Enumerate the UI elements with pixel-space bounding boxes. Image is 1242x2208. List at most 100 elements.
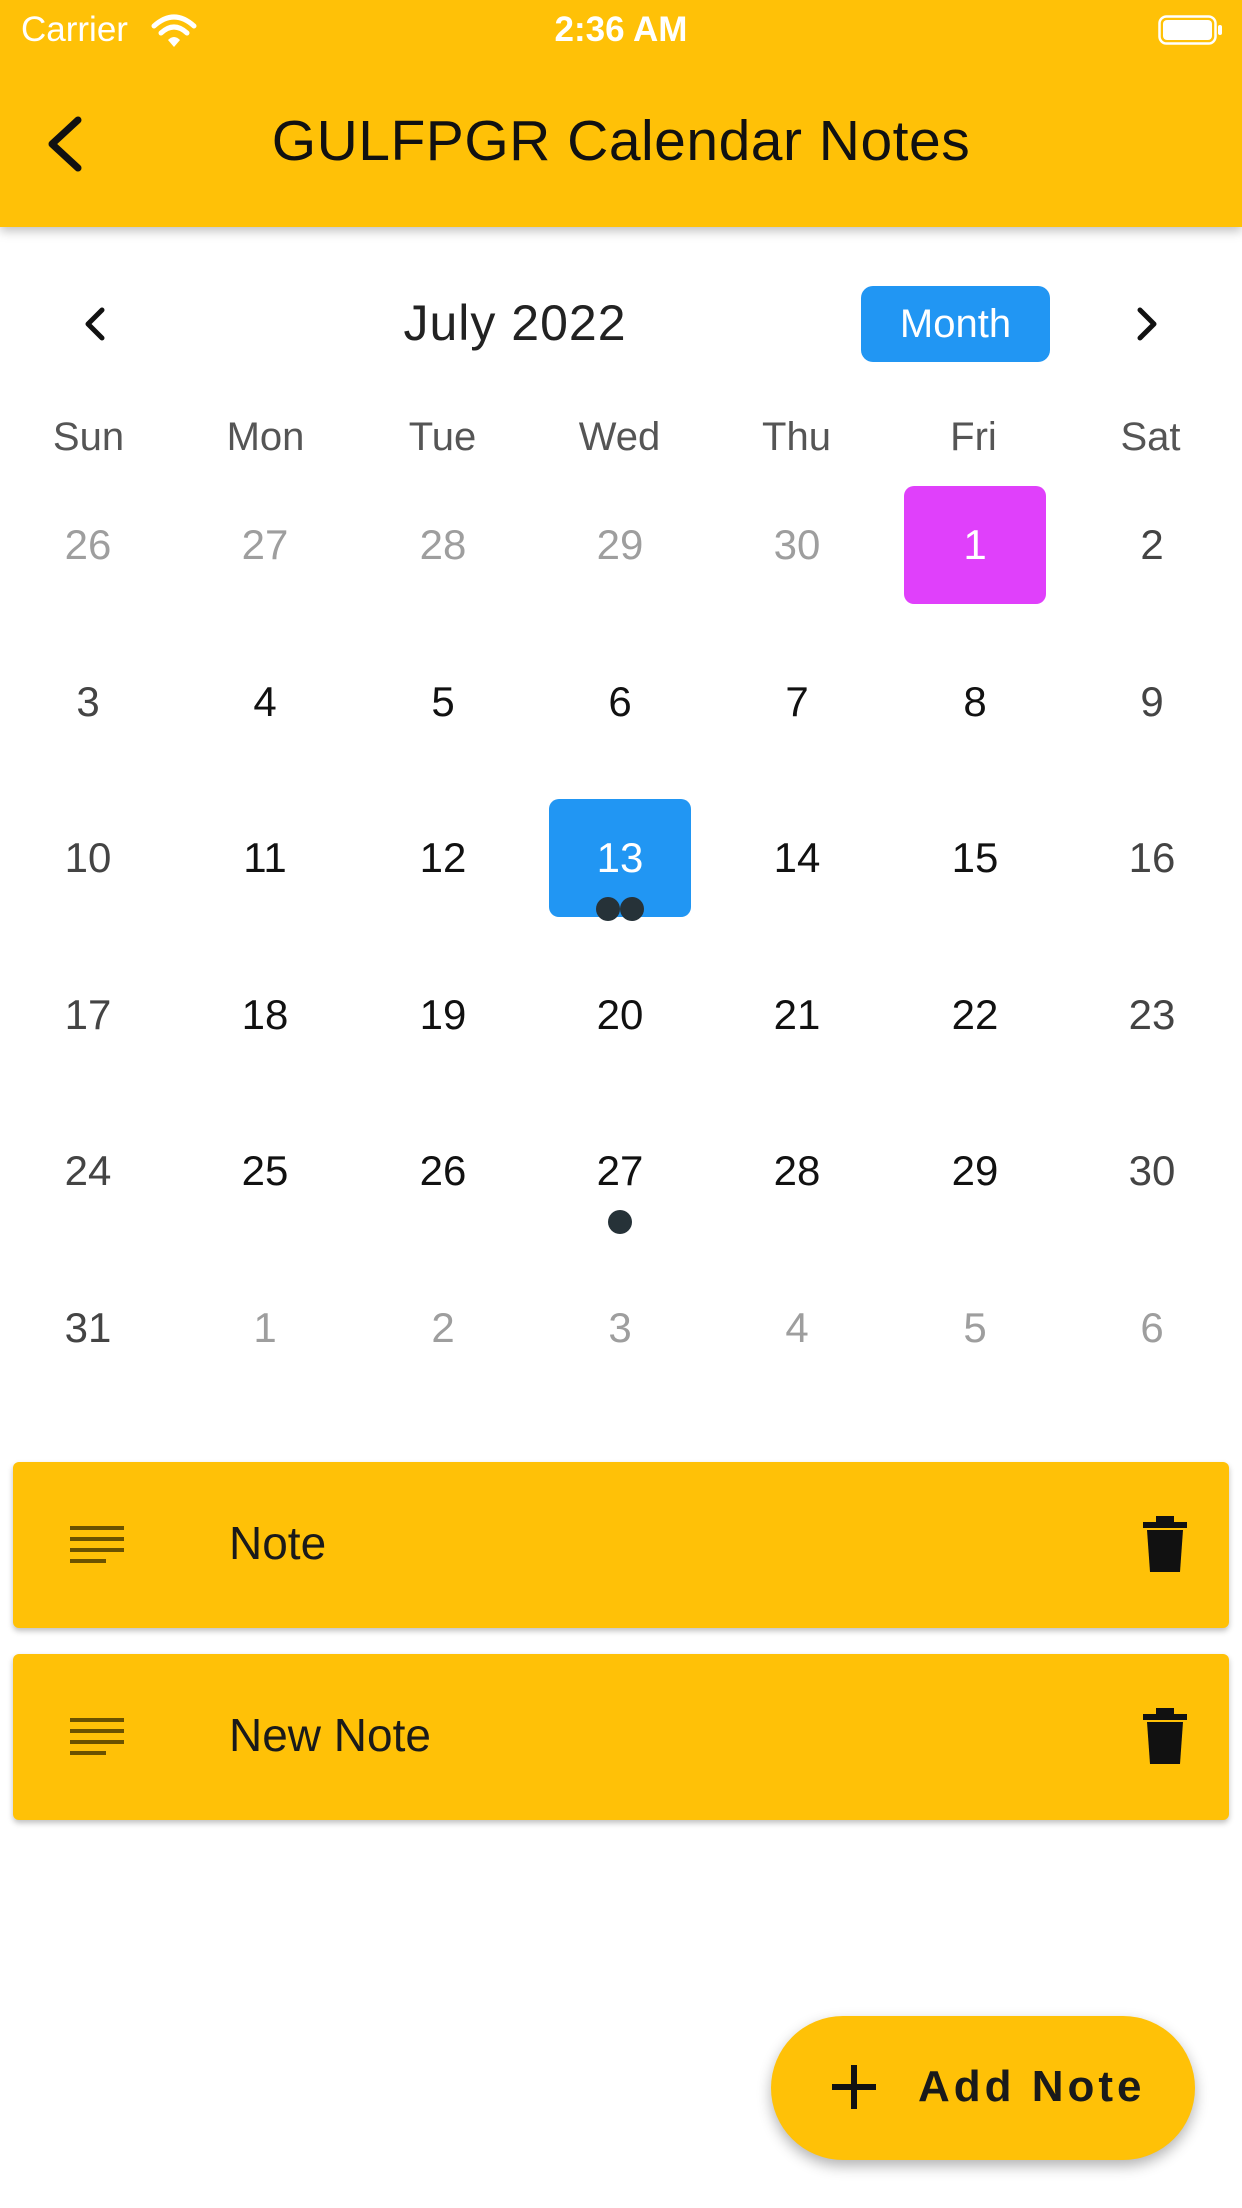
- calendar-month-title: July 2022: [403, 295, 627, 351]
- calendar-day-cell[interactable]: 3: [17, 643, 159, 761]
- calendar-day-number: 3: [608, 1304, 632, 1351]
- calendar-day-number: 5: [963, 1304, 987, 1351]
- calendar-day-cell[interactable]: 8: [904, 643, 1046, 761]
- calendar-day-number: 12: [419, 834, 467, 881]
- calendar-day-number: 26: [419, 1147, 467, 1194]
- weekday-label: Tue: [408, 415, 477, 459]
- calendar-day-cell[interactable]: 1: [194, 1269, 336, 1387]
- weekday-label: Sun: [52, 415, 125, 459]
- format-toggle-button[interactable]: Month: [861, 286, 1050, 362]
- calendar-day-cell[interactable]: 7: [726, 643, 868, 761]
- calendar-day-number: 19: [419, 991, 467, 1038]
- event-marker-dot: [620, 897, 644, 921]
- note-list-item[interactable]: Note: [13, 1462, 1229, 1628]
- calendar-day-cell[interactable]: 13: [549, 799, 691, 921]
- calendar-day-cell[interactable]: 29: [904, 1112, 1046, 1230]
- calendar-day-number: 28: [773, 1147, 821, 1194]
- calendar-day-number: 4: [785, 1304, 809, 1351]
- calendar-day-cell[interactable]: 1: [904, 486, 1046, 604]
- event-marker-dot: [596, 897, 620, 921]
- calendar-day-number: 5: [431, 678, 455, 725]
- weekday-label: Sat: [1120, 415, 1181, 459]
- calendar-day-cell[interactable]: 16: [1081, 799, 1223, 917]
- calendar-day-cell[interactable]: 18: [194, 956, 336, 1074]
- plus-icon: [832, 2065, 876, 2109]
- calendar-day-cell[interactable]: 27: [194, 486, 336, 604]
- trash-icon[interactable]: [1139, 1706, 1191, 1766]
- calendar-day-number: 29: [951, 1147, 999, 1194]
- calendar-day-number: 31: [64, 1304, 112, 1351]
- calendar-day-cell[interactable]: 21: [726, 956, 868, 1074]
- calendar-day-cell[interactable]: 30: [1081, 1112, 1223, 1230]
- weekday-label: Wed: [578, 415, 661, 459]
- weekday-header: Sun Mon Tue Wed Thu Fri Sat: [0, 415, 1242, 475]
- calendar-day-number: 1: [963, 521, 987, 568]
- calendar-day-cell[interactable]: 4: [726, 1269, 868, 1387]
- calendar-day-number: 2: [1140, 521, 1164, 568]
- calendar-day-number: 26: [64, 521, 112, 568]
- calendar-day-cell[interactable]: 11: [194, 799, 336, 917]
- calendar-day-number: 11: [243, 834, 287, 881]
- calendar-day-cell[interactable]: 29: [549, 486, 691, 604]
- calendar-day-cell[interactable]: 30: [726, 486, 868, 604]
- chevron-left-icon[interactable]: [72, 300, 120, 348]
- calendar-day-cell[interactable]: 31: [17, 1269, 159, 1387]
- calendar-day-cell[interactable]: 12: [372, 799, 514, 917]
- calendar-day-number: 14: [773, 834, 821, 881]
- calendar-day-cell[interactable]: 19: [372, 956, 514, 1074]
- calendar-day-number: 6: [608, 678, 632, 725]
- calendar-day-cell[interactable]: 26: [372, 1112, 514, 1230]
- calendar-day-cell[interactable]: 28: [372, 486, 514, 604]
- calendar-day-number: 17: [64, 991, 112, 1038]
- calendar-day-cell[interactable]: 9: [1081, 643, 1223, 761]
- calendar-day-number: 21: [773, 991, 821, 1038]
- calendar-day-cell[interactable]: 27: [549, 1112, 691, 1234]
- calendar-day-number: 6: [1140, 1304, 1164, 1351]
- calendar-day-cell[interactable]: 3: [549, 1269, 691, 1387]
- calendar-day-number: 3: [76, 678, 100, 725]
- calendar-day-cell[interactable]: 24: [17, 1112, 159, 1230]
- calendar-day-number: 29: [596, 521, 644, 568]
- calendar-day-number: 7: [785, 678, 809, 725]
- notes-lines-icon: [70, 1526, 124, 1563]
- calendar-day-cell[interactable]: 23: [1081, 956, 1223, 1074]
- calendar-day-cell[interactable]: 6: [549, 643, 691, 761]
- calendar-day-number: 10: [64, 834, 112, 881]
- add-note-button[interactable]: Add Note: [771, 2016, 1195, 2160]
- calendar-day-cell[interactable]: 4: [194, 643, 336, 761]
- calendar-day-cell[interactable]: 10: [17, 799, 159, 917]
- trash-icon[interactable]: [1139, 1514, 1191, 1574]
- calendar-day-number: 4: [253, 678, 277, 725]
- calendar-day-cell[interactable]: 22: [904, 956, 1046, 1074]
- calendar-day-number: 30: [1128, 1147, 1176, 1194]
- note-list-item[interactable]: New Note: [13, 1654, 1229, 1820]
- calendar-day-number: 18: [241, 991, 289, 1038]
- calendar-day-number: 22: [951, 991, 999, 1038]
- calendar-day-cell[interactable]: 26: [17, 486, 159, 604]
- calendar-day-cell[interactable]: 2: [372, 1269, 514, 1387]
- weekday-label: Fri: [950, 415, 997, 459]
- calendar-day-number: 16: [1128, 834, 1176, 881]
- calendar-day-cell[interactable]: 6: [1081, 1269, 1223, 1387]
- calendar-day-cell[interactable]: 5: [904, 1269, 1046, 1387]
- notes-lines-icon: [70, 1718, 124, 1755]
- weekday-label: Thu: [762, 415, 831, 459]
- calendar-day-cell[interactable]: 17: [17, 956, 159, 1074]
- calendar-day-cell[interactable]: 5: [372, 643, 514, 761]
- battery-icon: [1158, 15, 1222, 45]
- calendar-day-cell[interactable]: 25: [194, 1112, 336, 1230]
- event-marker-dot: [608, 1210, 632, 1234]
- calendar-day-number: 15: [951, 834, 999, 881]
- calendar-day-number: 28: [419, 521, 467, 568]
- calendar-day-cell[interactable]: 14: [726, 799, 868, 917]
- calendar-day-cell[interactable]: 28: [726, 1112, 868, 1230]
- app-screen: Carrier 2:36 AM GULFPGR Calendar Notes J…: [0, 0, 1242, 2208]
- note-title: Note: [229, 1517, 327, 1569]
- calendar-day-cell[interactable]: 15: [904, 799, 1046, 917]
- calendar-day-cell[interactable]: 20: [549, 956, 691, 1074]
- calendar-day-number: 20: [596, 991, 644, 1038]
- calendar-day-cell[interactable]: 2: [1081, 486, 1223, 604]
- calendar-day-number: 1: [253, 1304, 277, 1351]
- calendar-day-number: 23: [1128, 991, 1176, 1038]
- chevron-right-icon[interactable]: [1122, 300, 1170, 348]
